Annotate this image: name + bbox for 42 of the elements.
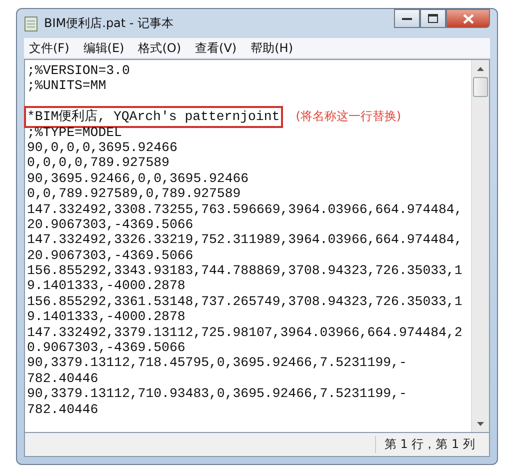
- text-line: 90,3695.92466,0,0,3695.92466: [27, 170, 249, 186]
- text-line: 782.40446: [27, 402, 98, 417]
- menu-item[interactable]: 文件(F): [29, 40, 70, 56]
- annotation: (将名称这一行替换): [296, 109, 402, 125]
- text-line: 20.9067303,-4369.5066: [27, 248, 194, 264]
- notepad-icon: [24, 16, 38, 32]
- minimize-icon: [402, 16, 412, 20]
- close-button[interactable]: [446, 9, 490, 28]
- cursor-position: 第 1 行，第 1 列: [375, 436, 489, 453]
- text-line: 90,3379.13112,718.45795,0,3695.92466,7.5231199,-: [27, 355, 407, 371]
- text-line: 156.855292,3361.53148,737.265749,3708.94323,726.35033,1: [27, 294, 462, 310]
- text-line: 0,0,0,0,789.927589: [27, 155, 170, 171]
- window-title: BIM便利店.pat - 记事本: [44, 15, 175, 32]
- menu-item[interactable]: 格式(O): [138, 40, 182, 56]
- scrollbar[interactable]: [471, 60, 489, 432]
- text-line: 0,0,789.927589,0,789.927589: [27, 186, 241, 202]
- menu-item[interactable]: 编辑(E): [83, 40, 124, 56]
- text-line: ;%VERSION=3.0: [27, 63, 130, 78]
- text-line: 9.1401333,-4000.2878: [27, 278, 186, 294]
- highlighted-line: *BIM便利店, YQArch's patternjoint: [27, 109, 280, 125]
- text-line: ;%UNITS=MM: [27, 78, 106, 94]
- text-line: 0.9067303,-4369.5066: [27, 340, 186, 356]
- scroll-up-icon[interactable]: [477, 66, 484, 70]
- text-line: 147.332492,3308.73255,763.596669,3964.03966,664.974484,: [27, 202, 462, 217]
- scrollbar-thumb[interactable]: [473, 77, 488, 97]
- text-line: 782.40446: [27, 370, 98, 386]
- text-line: 20.9067303,-4369.5066: [27, 216, 194, 232]
- menu-item[interactable]: 帮助(H): [250, 40, 293, 56]
- text-line: 9.1401333,-4000.2878: [27, 309, 186, 325]
- maximize-icon: [428, 14, 438, 23]
- minimize-button[interactable]: [394, 9, 420, 28]
- menu-item[interactable]: 查看(V): [195, 40, 237, 56]
- text-line: 147.332492,3379.13112,725.98107,3964.03966,664.974484,2: [27, 324, 462, 340]
- text-editor[interactable]: [24, 59, 490, 433]
- text-line: 156.855292,3343.93183,744.788869,3708.94323,726.35033,1: [27, 263, 462, 278]
- text-line: 147.332492,3326.33219,752.311989,3964.03966,664.974484,: [27, 232, 462, 248]
- maximize-button[interactable]: [420, 9, 446, 28]
- scroll-down-icon[interactable]: [477, 422, 484, 426]
- text-line: 90,0,0,0,3695.92466: [27, 140, 178, 156]
- text-line: ;%TYPE=MODEL: [27, 124, 122, 140]
- close-icon: [462, 14, 474, 24]
- text-line: 90,3379.13112,710.93483,0,3695.92466,7.5231199,-: [27, 386, 407, 402]
